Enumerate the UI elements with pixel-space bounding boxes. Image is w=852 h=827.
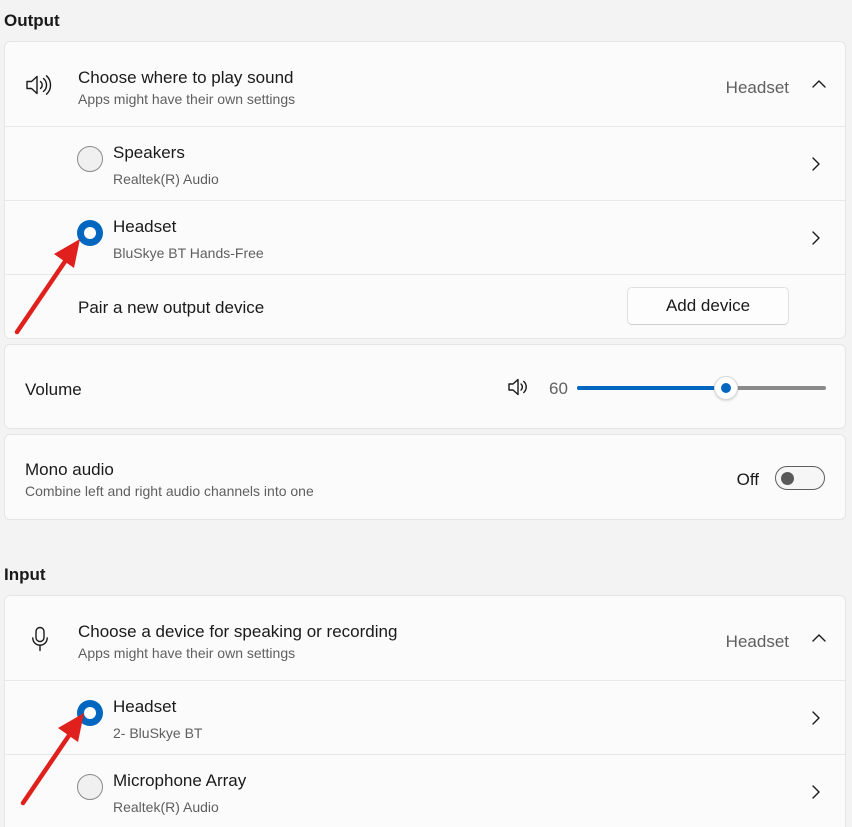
volume-card: Volume 60 [4,344,846,429]
device-name: Headset [113,217,177,236]
device-detail: Realtek(R) Audio [113,799,219,815]
mono-audio-state: Off [736,470,759,489]
chevron-up-icon[interactable] [811,77,826,93]
mono-audio-subtitle: Combine left and right audio channels in… [25,483,314,499]
mono-audio-toggle[interactable] [775,466,825,490]
radio-headset[interactable] [77,220,103,246]
output-header-subtitle: Apps might have their own settings [78,91,296,107]
output-device-speakers[interactable]: Speakers Realtek(R) Audio [5,127,845,201]
input-device-microphone-array[interactable]: Microphone Array Realtek(R) Audio [5,755,845,827]
output-device-headset[interactable]: Headset BluSkye BT Hands-Free [5,201,845,275]
device-name: Headset [113,697,177,716]
add-device-button[interactable]: Add device [627,287,789,325]
chevron-right-icon[interactable] [809,230,823,246]
speaker-icon [25,74,53,96]
radio-speakers[interactable] [77,146,103,172]
input-selected-device: Headset [725,632,789,651]
input-section-title: Input [4,565,46,584]
volume-label: Volume [25,380,82,399]
input-card: Choose a device for speaking or recordin… [4,595,846,827]
pair-output-label: Pair a new output device [78,298,265,317]
input-header-row[interactable]: Choose a device for speaking or recordin… [5,596,845,681]
device-detail: Realtek(R) Audio [113,171,219,187]
mono-audio-card: Mono audio Combine left and right audio … [4,434,846,520]
output-section-title: Output [4,11,60,30]
volume-slider-thumb[interactable] [714,376,738,400]
volume-slider-fill [577,386,726,390]
chevron-right-icon[interactable] [809,784,823,800]
device-name: Speakers [113,143,185,162]
input-header-subtitle: Apps might have their own settings [78,645,296,661]
chevron-right-icon[interactable] [809,156,823,172]
pair-output-row: Pair a new output device Add device [5,275,845,338]
radio-input-headset[interactable] [77,700,103,726]
output-header-row[interactable]: Choose where to play sound Apps might ha… [5,42,845,127]
chevron-right-icon[interactable] [809,710,823,726]
device-detail: BluSkye BT Hands-Free [113,245,264,261]
radio-microphone-array[interactable] [77,774,103,800]
mono-audio-title: Mono audio [25,460,114,479]
volume-value: 60 [549,379,568,398]
volume-slider[interactable] [577,376,826,400]
output-header-title: Choose where to play sound [78,68,294,87]
microphone-icon [31,626,49,652]
output-card: Choose where to play sound Apps might ha… [4,41,846,339]
output-selected-device: Headset [725,78,789,97]
input-header-title: Choose a device for speaking or recordin… [78,622,398,641]
device-detail: 2- BluSkye BT [113,725,203,741]
device-name: Microphone Array [113,771,247,790]
speaker-icon[interactable] [507,377,531,397]
input-device-headset[interactable]: Headset 2- BluSkye BT [5,681,845,755]
chevron-up-icon[interactable] [811,631,826,647]
